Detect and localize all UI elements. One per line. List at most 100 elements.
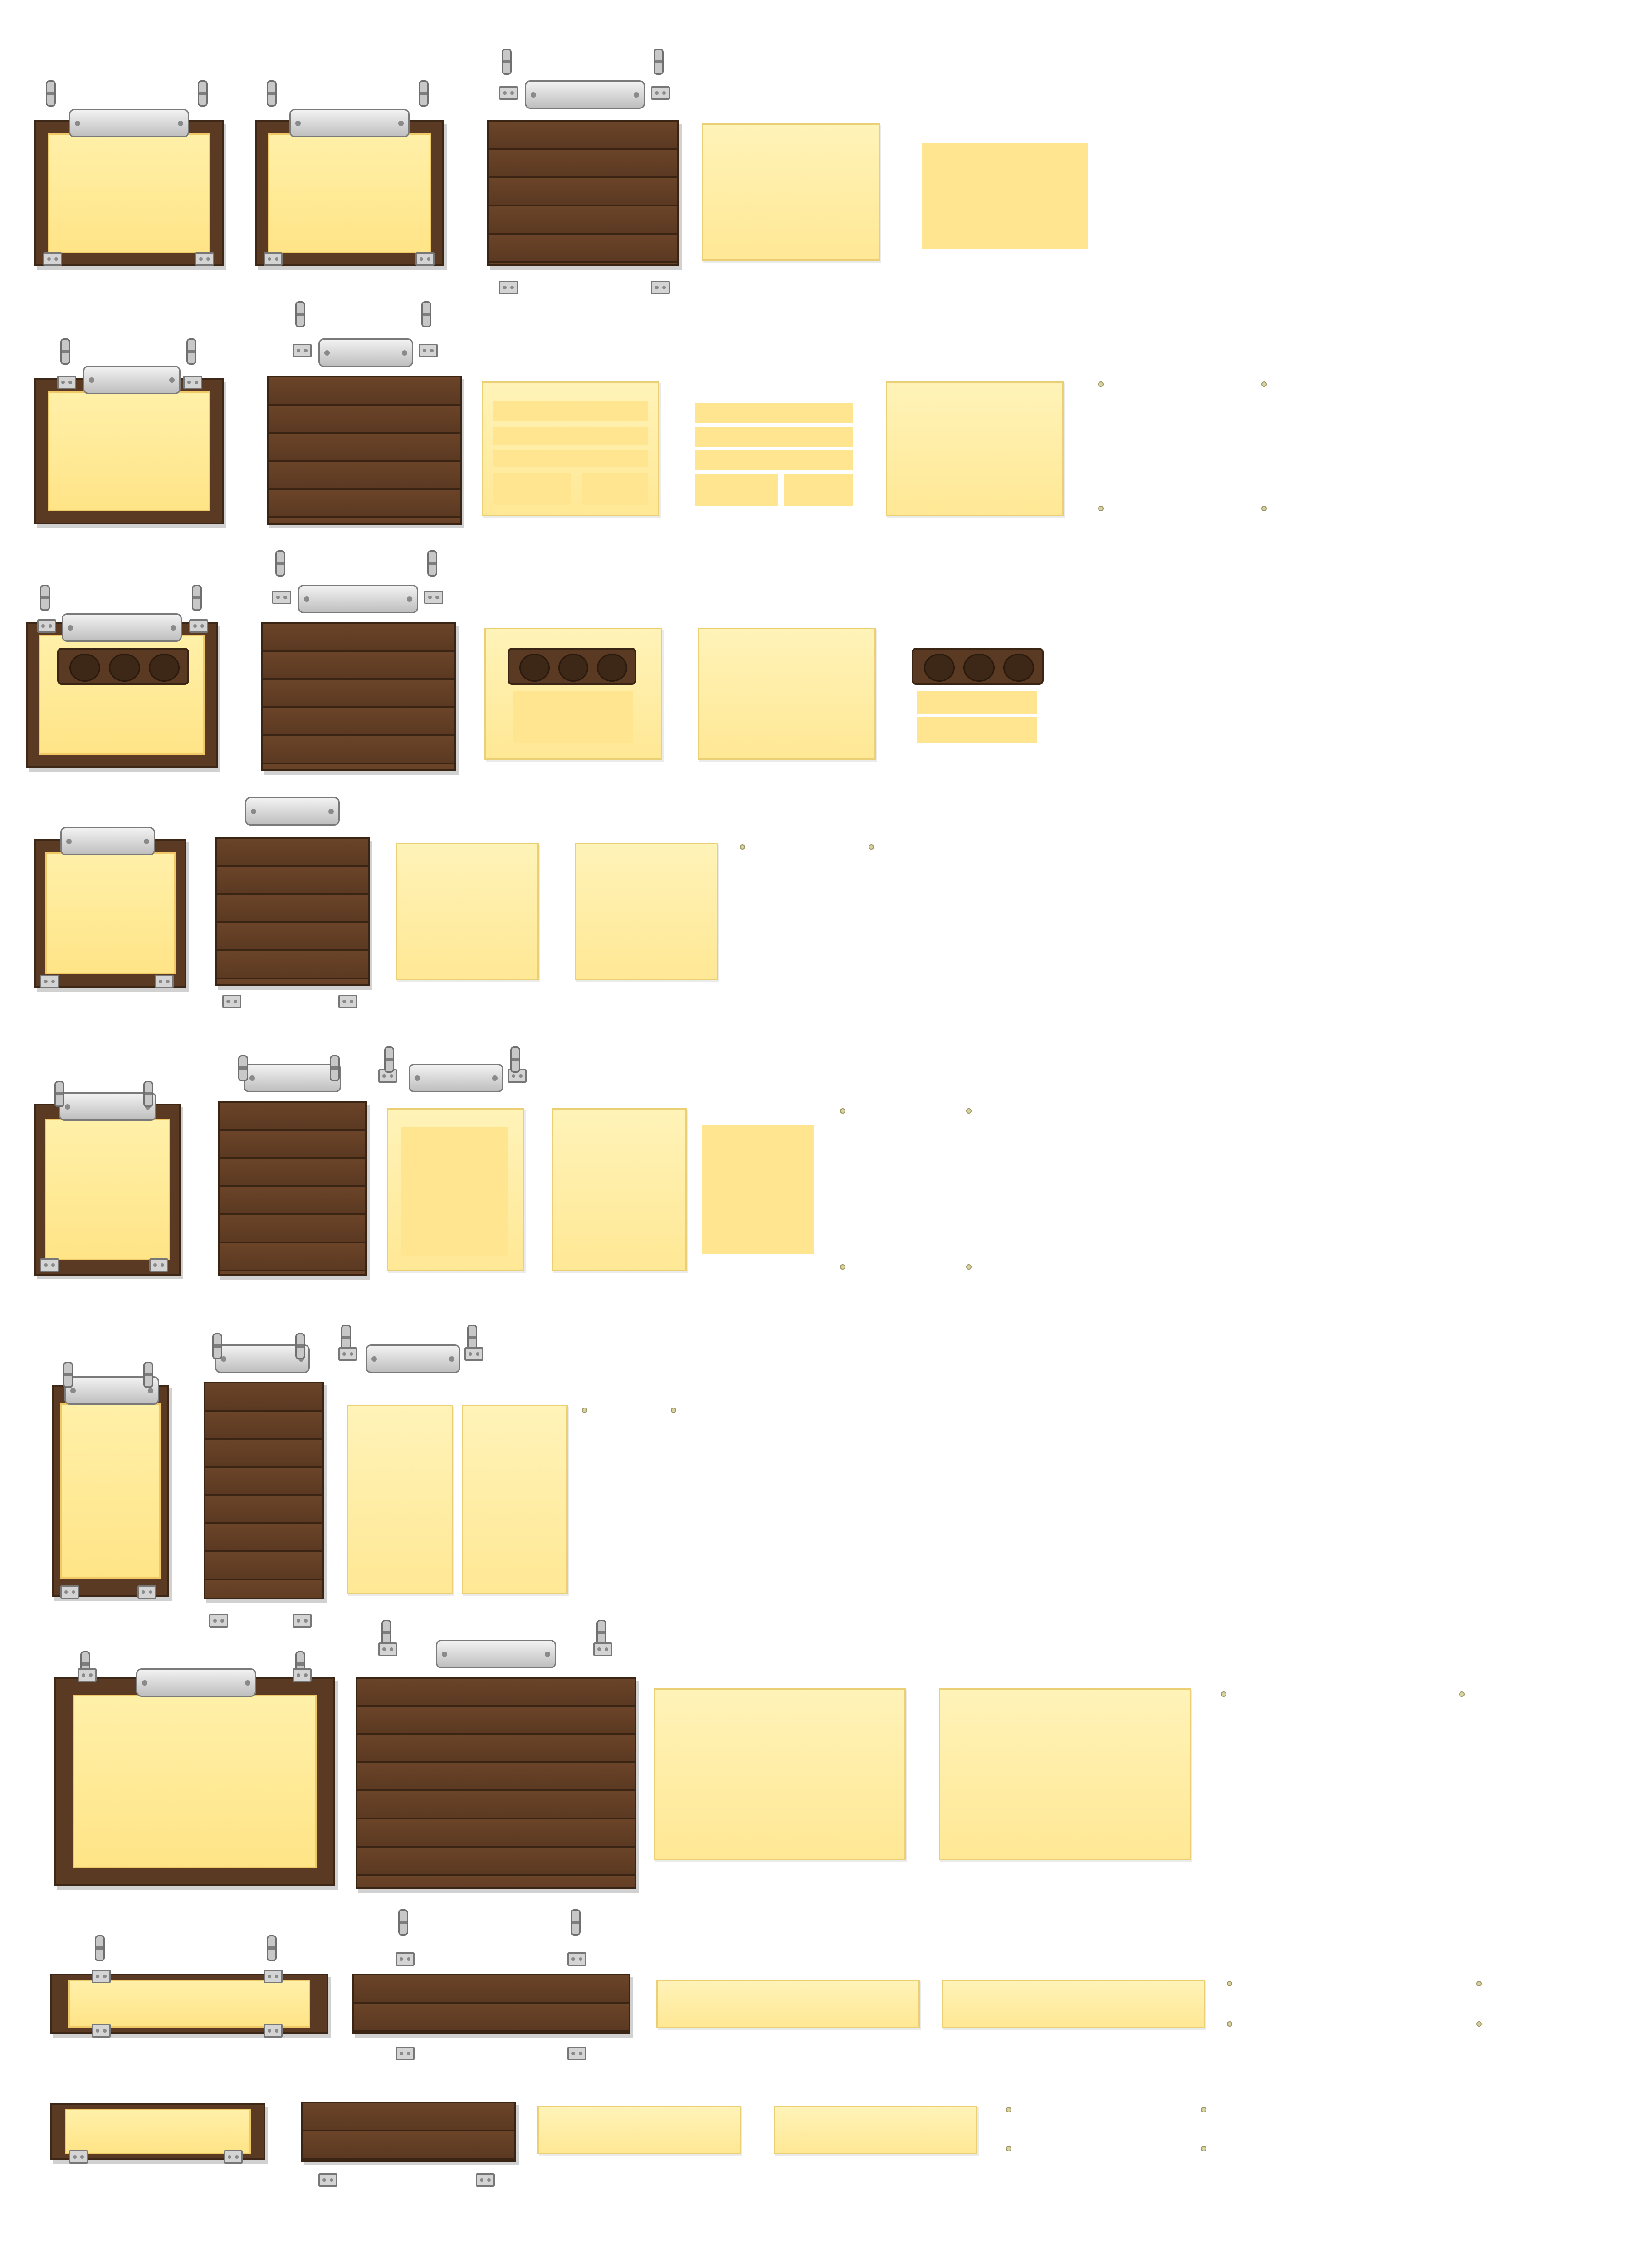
chain-link: [40, 585, 50, 611]
framed-board: [34, 120, 224, 266]
paper-strip: [582, 473, 648, 505]
pin: [840, 1264, 845, 1270]
chain-link: [295, 301, 305, 327]
framed-board: [26, 622, 218, 768]
chain-link: [427, 550, 437, 577]
chain-link: [212, 1333, 222, 1359]
chain-link: [267, 1935, 277, 1961]
paper-strip: [917, 717, 1037, 743]
paper-strip: [401, 1127, 508, 1256]
hinge-bracket: [264, 2024, 283, 2038]
hinge-bracket: [272, 591, 291, 604]
log-hole: [923, 653, 955, 682]
hinge-bracket: [396, 2047, 415, 2060]
metal-nameplate: [525, 80, 645, 109]
pin: [1476, 2021, 1482, 2027]
chain-link: [63, 1362, 73, 1388]
log-hole: [149, 653, 180, 682]
pin: [1201, 2146, 1206, 2151]
metal-nameplate: [62, 613, 182, 642]
hinge-bracket: [567, 2047, 586, 2060]
log-hole: [963, 653, 995, 682]
hinge-bracket: [264, 1970, 283, 1983]
hinge-bracket: [92, 1970, 111, 1983]
log-hole: [597, 653, 627, 682]
hinge-bracket: [424, 591, 443, 604]
chain-link: [46, 80, 56, 107]
framed-board-paper: [64, 2109, 251, 2154]
hinge-bracket: [499, 281, 518, 294]
paper-strip: [784, 474, 853, 506]
parchment-loose: [462, 1405, 568, 1594]
log-holder: [57, 648, 189, 685]
paper-strip: [513, 691, 633, 743]
hinge-bracket: [415, 252, 435, 266]
pin: [966, 1264, 972, 1270]
hinge-bracket: [338, 995, 357, 1008]
framed-board: [54, 1677, 335, 1886]
log-holder: [912, 648, 1044, 685]
hinge-bracket: [499, 86, 518, 100]
chain-link: [398, 1909, 408, 1936]
metal-nameplate: [289, 109, 410, 137]
hinge-bracket: [149, 1258, 168, 1272]
wood-plank-back: [356, 1677, 636, 1889]
chain-link: [143, 1081, 153, 1107]
framed-board-paper: [268, 133, 431, 253]
framed-board-paper: [60, 1403, 161, 1579]
log-hole: [69, 653, 100, 682]
metal-nameplate: [69, 109, 189, 137]
log-hole: [519, 653, 550, 682]
hinge-bracket: [264, 252, 283, 266]
chain-link: [571, 1909, 581, 1936]
parchment-loose: [886, 381, 1064, 516]
pin: [1261, 381, 1267, 387]
hinge-bracket: [183, 376, 202, 389]
pin: [1459, 1691, 1465, 1697]
pin: [1261, 506, 1267, 511]
hinge-bracket: [92, 2024, 111, 2038]
metal-nameplate: [318, 338, 413, 367]
chain-link: [384, 1046, 394, 1073]
framed-board: [34, 1104, 181, 1276]
chain-link: [198, 80, 208, 107]
paper-strip: [917, 691, 1037, 714]
chain-link: [238, 1055, 248, 1081]
chain-link: [275, 550, 285, 577]
hinge-bracket: [69, 2150, 88, 2164]
chain-link: [295, 1333, 305, 1359]
pin: [1006, 2146, 1011, 2151]
hinge-bracket: [37, 619, 56, 633]
framed-board: [34, 378, 224, 524]
pin: [671, 1408, 676, 1413]
hinge-bracket: [651, 86, 670, 100]
wood-plank-back: [218, 1101, 367, 1276]
hinge-bracket: [419, 344, 438, 357]
pin: [1476, 1981, 1482, 1986]
hinge-bracket: [78, 1668, 97, 1682]
wood-plank-back: [352, 1974, 630, 2034]
metal-nameplate: [366, 1344, 460, 1373]
paper-strip: [695, 427, 853, 447]
parchment-loose: [942, 1980, 1205, 2028]
chain-link: [330, 1055, 340, 1081]
framed-board-paper: [44, 1119, 171, 1261]
parchment-loose: [774, 2106, 977, 2154]
parchment-loose: [702, 123, 880, 261]
hinge-bracket: [222, 995, 241, 1008]
paper-strip: [695, 474, 778, 506]
metal-nameplate: [409, 1064, 503, 1092]
chain-link: [186, 338, 196, 365]
pin: [582, 1408, 587, 1413]
hinge-bracket: [476, 2173, 495, 2187]
parchment-loose: [656, 1980, 920, 2028]
hinge-bracket: [40, 975, 59, 988]
wood-plank-back: [487, 120, 679, 266]
metal-nameplate: [60, 827, 155, 855]
paper-strip: [695, 450, 853, 470]
hinge-bracket: [593, 1642, 612, 1656]
pin: [869, 844, 874, 850]
paper-strip: [695, 403, 853, 423]
parchment-loose: [698, 628, 876, 760]
chain-link: [143, 1362, 153, 1388]
